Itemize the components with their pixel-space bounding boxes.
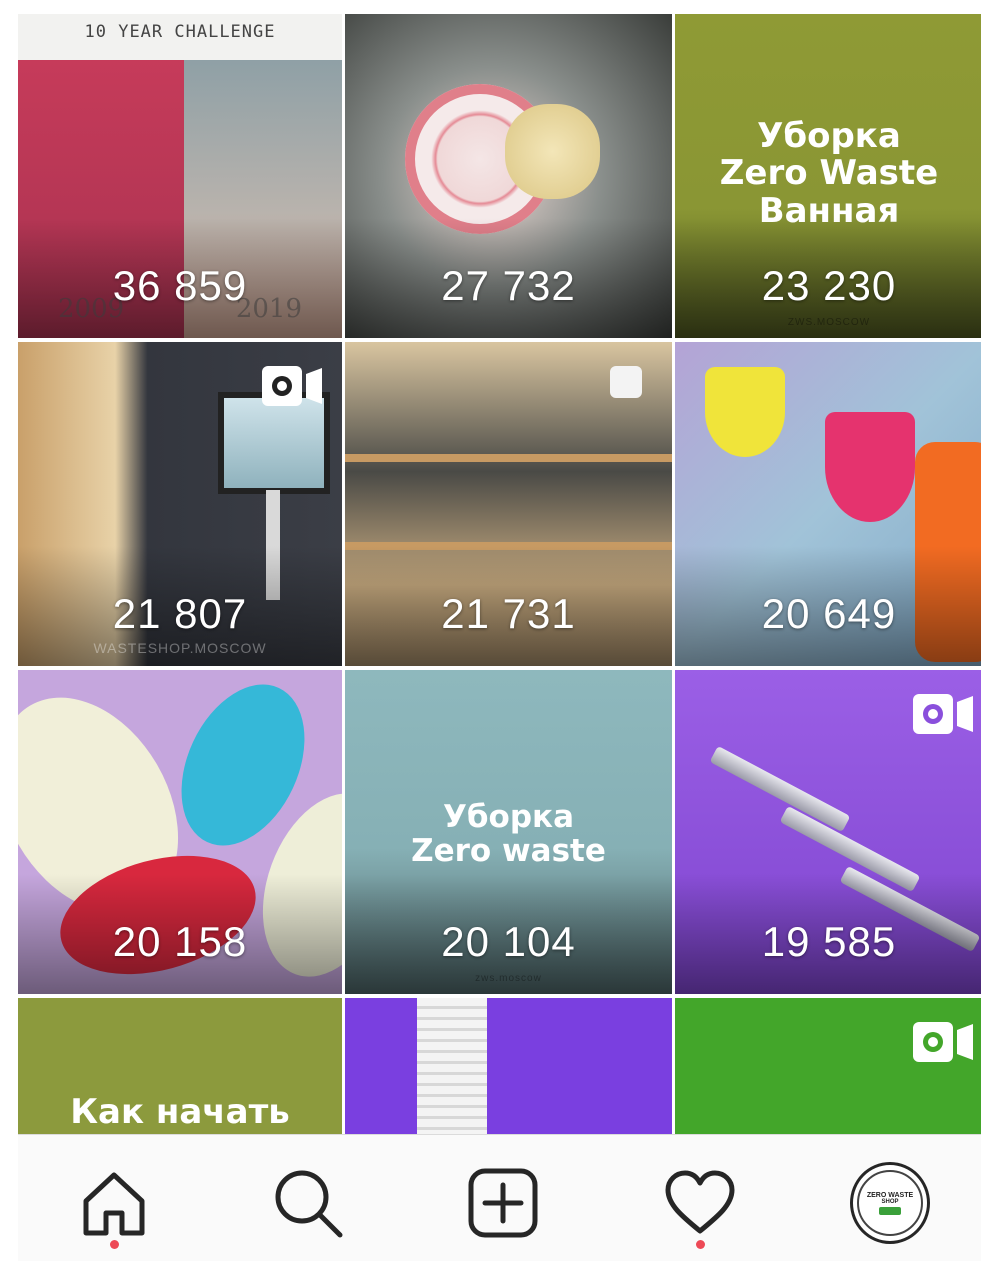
- explore-grid: 10 YEAR CHALLENGE 2009 2019 36 859 27 73…: [18, 14, 981, 1134]
- video-icon: [262, 366, 322, 406]
- post-count: 36 859: [112, 262, 248, 309]
- search-icon: [275, 1170, 343, 1238]
- shelf-image: [345, 542, 672, 550]
- grid-post-8[interactable]: Уборка Zero waste 20 104 zws.moscow: [345, 670, 672, 994]
- post-count: 21 731: [441, 590, 576, 637]
- grid-post-4[interactable]: 21 807 WASTESHOP.MOSCOW: [18, 342, 342, 666]
- grid-post-6[interactable]: 20 649: [675, 342, 981, 666]
- new-post-icon: [468, 1168, 538, 1238]
- post-count: 19 585: [761, 918, 897, 965]
- tab-home[interactable]: [74, 1163, 154, 1249]
- profile-logo-text: ZERO WASTE: [866, 1191, 914, 1199]
- watermark: zws.moscow: [475, 973, 542, 984]
- profile-logo-sub: SHOP: [881, 1198, 899, 1205]
- home-icon: [83, 1172, 145, 1236]
- tab-activity[interactable]: [660, 1163, 740, 1249]
- post-count: 23 230: [761, 262, 897, 309]
- yellow-cup-image: [705, 367, 785, 457]
- tab-new-post[interactable]: [463, 1163, 543, 1243]
- caption-line-1: Уборка: [443, 799, 574, 835]
- spool-image: [417, 998, 487, 1134]
- caption-line-2: Zero waste: [411, 833, 606, 870]
- profile-logo-mark: [879, 1206, 901, 1215]
- grid-post-1[interactable]: 10 YEAR CHALLENGE 2009 2019 36 859: [18, 14, 342, 338]
- post-count: 27 732: [441, 262, 576, 309]
- video-icon: [913, 694, 973, 734]
- grid-post-12[interactable]: [675, 998, 981, 1134]
- activity-heart-icon: [665, 1170, 735, 1234]
- caption-line-2: Zero Waste: [719, 153, 939, 194]
- watermark: WASTESHOP.MOSCOW: [93, 640, 267, 656]
- grid-post-11[interactable]: [345, 998, 672, 1134]
- grid-post-2[interactable]: 27 732: [345, 14, 672, 338]
- watermark: ZWS.MOSCOW: [787, 317, 871, 328]
- post-count: 20 158: [112, 918, 248, 965]
- shelf-image: [345, 454, 672, 462]
- post-count: 20 649: [761, 590, 897, 637]
- post-overlay-text: 10 YEAR CHALLENGE: [84, 22, 276, 42]
- tab-search[interactable]: [268, 1163, 348, 1243]
- sponge-image: [505, 104, 600, 199]
- caption-line-1: Уборка: [757, 116, 901, 156]
- grid-post-3[interactable]: Уборка Zero Waste Ванная 23 230 ZWS.MOSC…: [675, 14, 981, 338]
- post-caption: Как начать: [70, 1092, 290, 1132]
- grid-post-10[interactable]: Как начать: [18, 998, 342, 1134]
- caption-line-3: Ванная: [758, 190, 900, 231]
- kiosk-stand-image: [266, 490, 280, 600]
- tab-profile[interactable]: ZERO WASTE SHOP: [850, 1162, 930, 1244]
- profile-avatar: ZERO WASTE SHOP: [850, 1162, 930, 1244]
- grid-post-7[interactable]: 20 158: [18, 670, 342, 994]
- post-caption: Уборка Zero waste: [345, 800, 672, 868]
- grid-post-5[interactable]: 21 731: [345, 342, 672, 666]
- multiple-icon: [610, 366, 642, 398]
- bottom-tab-bar: ZERO WASTE SHOP: [18, 1134, 981, 1261]
- post-caption: Уборка Zero Waste Ванная: [675, 116, 981, 231]
- grid-post-9[interactable]: 19 585: [675, 670, 981, 994]
- profile-logo: ZERO WASTE SHOP: [857, 1170, 923, 1236]
- video-icon: [913, 1022, 973, 1062]
- notification-dot: [110, 1240, 119, 1249]
- post-count: 21 807: [112, 590, 248, 637]
- notification-dot: [696, 1240, 705, 1249]
- pink-cup-image: [825, 412, 915, 522]
- post-count: 20 104: [441, 918, 576, 965]
